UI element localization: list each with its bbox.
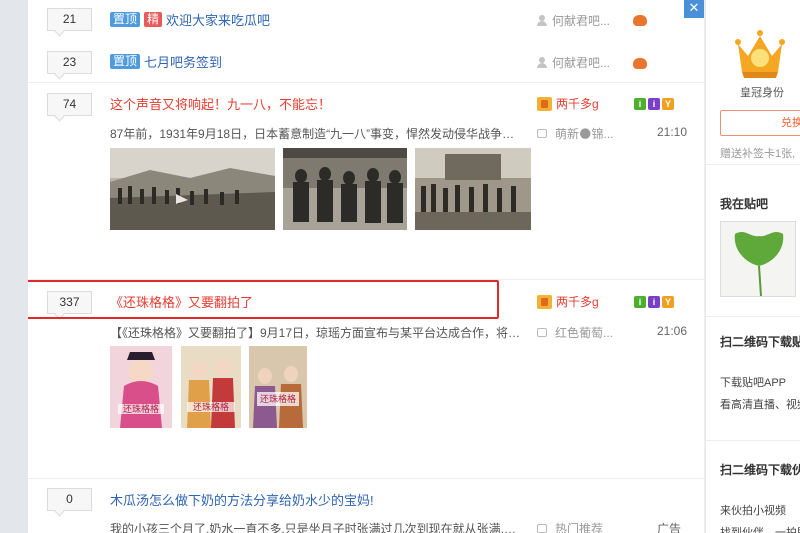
thread-summary: 我的小孩三个月了,奶水一直不多,只是坐月子时张满过几次到现在就从张满,请问有什.… bbox=[110, 522, 524, 533]
thread-title-link[interactable]: 这个声音又将响起！九一八，不能忘！ bbox=[110, 94, 331, 113]
member-level-icon bbox=[537, 294, 552, 309]
qr-app-line1: 下载贴吧APP bbox=[720, 377, 787, 389]
last-reply[interactable]: 红色葡萄... bbox=[537, 324, 613, 341]
person-icon bbox=[537, 15, 547, 26]
thread-summary: 87年前，1931年9月18日，日本蓄意制造“九一八”事变，悍然发动侵华战争，激… bbox=[110, 127, 524, 141]
thread-author[interactable]: 何献君吧... bbox=[537, 54, 610, 71]
qr-huopai-line1: 来伙拍小视频 bbox=[720, 505, 786, 517]
divider bbox=[28, 478, 704, 479]
thread-title-row: 置顶 七月吧务签到 bbox=[110, 52, 222, 70]
qr-app-line2: 看高清直播、视频! bbox=[720, 399, 800, 411]
thread-author[interactable]: 何献君吧... bbox=[537, 12, 610, 29]
last-reply-time: 21:10 bbox=[657, 125, 688, 139]
last-reply-user[interactable]: 红色葡萄... bbox=[555, 324, 613, 341]
divider bbox=[28, 82, 704, 83]
pinned-badge: 置顶 bbox=[110, 11, 141, 27]
thread-title-row: 置顶 精 欢迎大家来吃瓜吧 bbox=[110, 10, 270, 28]
close-button[interactable]: ✕ bbox=[684, 0, 704, 18]
thread-photo-poster-1[interactable]: 还珠格格 bbox=[110, 346, 172, 428]
thread-author[interactable]: 两千多g bbox=[537, 293, 599, 310]
last-reply-user[interactable]: 萌新🌑锦... bbox=[555, 125, 614, 142]
badge-i-icon: i bbox=[634, 296, 646, 308]
author-name[interactable]: 两千多g bbox=[556, 293, 599, 310]
thread-photo-poster-3[interactable]: 还珠格格 bbox=[249, 346, 307, 428]
last-reply[interactable]: 热门推荐 bbox=[537, 520, 603, 533]
page-left-gutter bbox=[0, 0, 28, 533]
thread-photo-poster-2[interactable]: 还珠格格 bbox=[181, 346, 241, 428]
divider bbox=[706, 316, 800, 317]
last-reply-time: 21:06 bbox=[657, 324, 688, 338]
qr-huopai-line2: 找到伙伴，一拍即合 bbox=[720, 527, 800, 533]
redeem-crown-button[interactable]: 兑换 bbox=[720, 110, 800, 136]
reply-count: 0 bbox=[47, 488, 92, 511]
thread-title-link[interactable]: 欢迎大家来吃瓜吧 bbox=[166, 10, 270, 29]
poster-title-text: 还珠格格 bbox=[122, 404, 159, 414]
my-tieba-title: 我在贴吧 bbox=[720, 197, 769, 211]
thread-summary: 【《还珠格格》又要翻拍了】9月17日，琼瑶方面宣布与某平台达成合作，将共同开..… bbox=[110, 326, 524, 340]
highlight-box bbox=[28, 280, 499, 319]
tieba-avatar[interactable] bbox=[720, 221, 796, 297]
chat-icon bbox=[537, 524, 547, 533]
badge-y-icon: Y bbox=[662, 98, 674, 110]
member-level-icon bbox=[537, 96, 552, 111]
badge-i-icon: i bbox=[648, 98, 660, 110]
qr-app-title: 扫二维码下载贴吧 bbox=[720, 335, 800, 349]
reply-count: 23 bbox=[47, 51, 92, 74]
thread-title-row: 木瓜汤怎么做下奶的方法分享给奶水少的宝妈! bbox=[110, 490, 374, 508]
user-badge-icons: i i Y bbox=[634, 98, 674, 110]
thread-title-row: 《还珠格格》又要翻拍了 bbox=[110, 292, 253, 310]
crown-note: 赠送补签卡1张, bbox=[720, 148, 796, 160]
crown-label: 皇冠身份 bbox=[740, 87, 784, 99]
author-name[interactable]: 何献君吧... bbox=[552, 12, 610, 29]
thread-title-link[interactable]: 木瓜汤怎么做下奶的方法分享给奶水少的宝妈! bbox=[110, 490, 374, 509]
gamepad-icon bbox=[633, 15, 647, 26]
chat-icon bbox=[537, 328, 547, 337]
user-badge-icons: i i Y bbox=[634, 296, 674, 308]
thread-photo-group[interactable] bbox=[283, 148, 407, 230]
divider bbox=[706, 440, 800, 441]
reply-count: 74 bbox=[47, 93, 92, 116]
reply-count: 21 bbox=[47, 8, 92, 31]
ad-label: 广告 bbox=[657, 522, 682, 533]
author-name[interactable]: 何献君吧... bbox=[552, 54, 610, 71]
qr-huopai-title: 扫二维码下载伙拍 bbox=[720, 463, 800, 477]
last-reply-user[interactable]: 热门推荐 bbox=[555, 520, 603, 533]
chat-icon bbox=[537, 129, 547, 138]
gamepad-icon bbox=[633, 58, 647, 69]
thread-title-link[interactable]: 七月吧务签到 bbox=[144, 52, 222, 71]
badge-i-icon: i bbox=[648, 296, 660, 308]
thread-photo-soldiers-great-wall[interactable] bbox=[110, 148, 275, 230]
crown-icon bbox=[735, 30, 785, 78]
crown-membership-panel: 皇冠身份 兑换 赠送补签卡1张, bbox=[706, 0, 800, 165]
badge-y-icon: Y bbox=[662, 296, 674, 308]
thread-author[interactable]: 两千多g bbox=[537, 95, 599, 112]
sidebar: 皇冠身份 兑换 赠送补签卡1张, 我在贴吧 扫二维码下载贴吧 下载贴吧APP 看… bbox=[705, 0, 800, 533]
poster-title-text: 还珠格格 bbox=[259, 394, 296, 404]
thread-photo-march[interactable] bbox=[415, 148, 531, 230]
last-reply[interactable]: 萌新🌑锦... bbox=[537, 125, 614, 142]
author-name[interactable]: 两千多g bbox=[556, 95, 599, 112]
person-icon bbox=[537, 57, 547, 68]
thread-title-row: 这个声音又将响起！九一八，不能忘！ bbox=[110, 94, 331, 112]
badge-i-icon: i bbox=[634, 98, 646, 110]
featured-badge: 精 bbox=[144, 11, 163, 27]
pinned-badge: 置顶 bbox=[110, 53, 141, 69]
poster-title-text: 还珠格格 bbox=[192, 402, 229, 412]
thread-list: 21 置顶 精 欢迎大家来吃瓜吧 何献君吧... 23 置顶 七月吧务签到 何献… bbox=[28, 0, 704, 533]
thread-title-link[interactable]: 《还珠格格》又要翻拍了 bbox=[110, 292, 253, 311]
